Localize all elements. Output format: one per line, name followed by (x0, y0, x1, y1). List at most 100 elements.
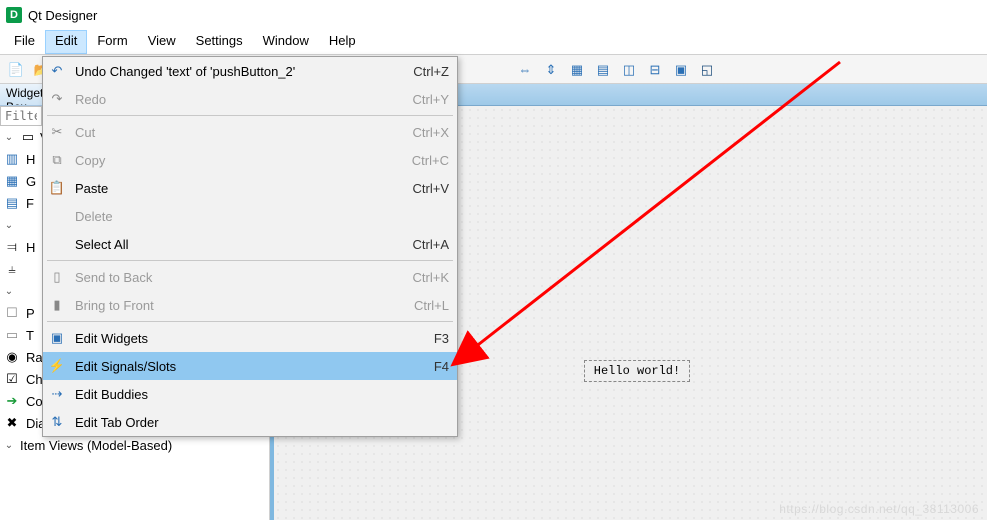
menu-label: Edit Widgets (75, 331, 426, 346)
menu-shortcut: Ctrl+C (412, 153, 449, 168)
layout-split-v-icon[interactable]: ⊟ (643, 57, 667, 81)
menu-shortcut: Ctrl+Y (413, 92, 449, 107)
menu-view[interactable]: View (138, 30, 186, 54)
cut-icon: ✂ (47, 122, 67, 142)
filter-input[interactable] (0, 106, 42, 126)
title-bar: D Qt Designer (0, 0, 987, 30)
vspring-icon: ⫨ (4, 261, 20, 277)
break-layout-icon[interactable]: ▣ (669, 57, 693, 81)
hspacer-icon: ▥ (4, 151, 20, 167)
menu-shortcut: Ctrl+K (413, 270, 449, 285)
tree-label: H (26, 240, 35, 255)
tree-label: G (26, 174, 36, 189)
menu-separator (47, 321, 453, 322)
hspring-icon: ⫤ (4, 239, 20, 255)
adjust-size-icon[interactable]: ◱ (695, 57, 719, 81)
menu-redo[interactable]: ↷ Redo Ctrl+Y (43, 85, 457, 113)
menu-window[interactable]: Window (253, 30, 319, 54)
bringfront-icon: ▮ (47, 295, 67, 315)
menu-edit-buddies[interactable]: ⇢ Edit Buddies (43, 380, 457, 408)
chevron-down-icon: ⌄ (2, 286, 16, 297)
menu-settings[interactable]: Settings (186, 30, 253, 54)
menu-shortcut: Ctrl+L (414, 298, 449, 313)
tree-label: T (26, 328, 34, 343)
menu-label: Delete (75, 209, 441, 224)
menu-label: Edit Buddies (75, 387, 441, 402)
chevron-down-icon: ⌄ (2, 220, 16, 231)
menu-copy[interactable]: ⧉ Copy Ctrl+C (43, 146, 457, 174)
pushbtn-icon: ☐ (4, 305, 20, 321)
menu-file[interactable]: File (4, 30, 45, 54)
new-file-icon[interactable]: 📄 (4, 57, 28, 81)
menubar: File Edit Form View Settings Window Help (0, 30, 987, 54)
form-icon: ▤ (4, 195, 20, 211)
menu-cut[interactable]: ✂ Cut Ctrl+X (43, 118, 457, 146)
widgets-icon: ▣ (47, 328, 67, 348)
menu-delete[interactable]: Delete (43, 202, 457, 230)
menu-edit-tab-order[interactable]: ⇅ Edit Tab Order (43, 408, 457, 436)
taborder-icon: ⇅ (47, 412, 67, 432)
edit-menu-dropdown: ↶ Undo Changed 'text' of 'pushButton_2' … (42, 56, 458, 437)
chevron-down-icon: ⌄ (2, 132, 16, 143)
dlgbtn-icon: ✖ (4, 415, 20, 431)
panel-title: Widget Box (0, 84, 42, 106)
menu-send-to-back[interactable]: ▯ Send to Back Ctrl+K (43, 263, 457, 291)
menu-label: Edit Tab Order (75, 415, 441, 430)
menu-separator (47, 260, 453, 261)
redo-icon: ↷ (47, 89, 67, 109)
paste-icon: 📋 (47, 178, 67, 198)
app-icon: D (6, 7, 22, 23)
layout-split-h-icon[interactable]: ◫ (617, 57, 641, 81)
menu-edit-signals-slots[interactable]: ⚡ Edit Signals/Slots F4 (43, 352, 457, 380)
menu-label: Cut (75, 125, 405, 140)
signals-icon: ⚡ (47, 356, 67, 376)
undo-icon: ↶ (47, 61, 67, 81)
menu-shortcut: Ctrl+X (413, 125, 449, 140)
menu-help[interactable]: Help (319, 30, 366, 54)
menu-label: Edit Signals/Slots (75, 359, 426, 374)
chevron-down-icon: ⌄ (2, 440, 16, 451)
menu-undo[interactable]: ↶ Undo Changed 'text' of 'pushButton_2' … (43, 57, 457, 85)
sendback-icon: ▯ (47, 267, 67, 287)
menu-form[interactable]: Form (87, 30, 137, 54)
menu-label: Undo Changed 'text' of 'pushButton_2' (75, 64, 405, 79)
copy-icon: ⧉ (47, 150, 67, 170)
menu-edit[interactable]: Edit (45, 30, 87, 54)
toolbtn-icon: ▭ (4, 327, 20, 343)
blank-icon (47, 206, 67, 226)
cmdlink-icon: ➔ (4, 393, 20, 409)
check-icon: ☑ (4, 371, 20, 387)
app-title: Qt Designer (28, 8, 97, 23)
menu-label: Paste (75, 181, 405, 196)
tree-group[interactable]: ⌄ Item Views (Model-Based) (0, 434, 269, 456)
menu-shortcut: Ctrl+Z (413, 64, 449, 79)
layout-grid-icon[interactable]: ▦ (565, 57, 589, 81)
menu-label: Copy (75, 153, 404, 168)
tree-label: P (26, 306, 35, 321)
menu-label: Send to Back (75, 270, 405, 285)
grid-icon: ▦ (4, 173, 20, 189)
layout-v-icon[interactable]: ⇕ (539, 57, 563, 81)
layout-form-icon[interactable]: ▤ (591, 57, 615, 81)
menu-shortcut: Ctrl+A (413, 237, 449, 252)
push-button-hello[interactable]: Hello world! (584, 360, 690, 382)
menu-shortcut: F3 (434, 331, 449, 346)
menu-separator (47, 115, 453, 116)
buddies-icon: ⇢ (47, 384, 67, 404)
menu-edit-widgets[interactable]: ▣ Edit Widgets F3 (43, 324, 457, 352)
menu-label: Bring to Front (75, 298, 406, 313)
tree-label: H (26, 152, 35, 167)
tree-label: F (26, 196, 34, 211)
menu-select-all[interactable]: Select All Ctrl+A (43, 230, 457, 258)
menu-shortcut: F4 (434, 359, 449, 374)
blank-icon (47, 234, 67, 254)
layouts-icon: ▭ (20, 129, 36, 145)
menu-shortcut: Ctrl+V (413, 181, 449, 196)
layout-h-icon[interactable]: ⇔ (513, 57, 537, 81)
tree-label: Item Views (Model-Based) (20, 438, 172, 453)
menu-bring-to-front[interactable]: ▮ Bring to Front Ctrl+L (43, 291, 457, 319)
watermark: https://blog.csdn.net/qq_38113006 (779, 502, 979, 516)
menu-label: Redo (75, 92, 405, 107)
menu-paste[interactable]: 📋 Paste Ctrl+V (43, 174, 457, 202)
menu-label: Select All (75, 237, 405, 252)
